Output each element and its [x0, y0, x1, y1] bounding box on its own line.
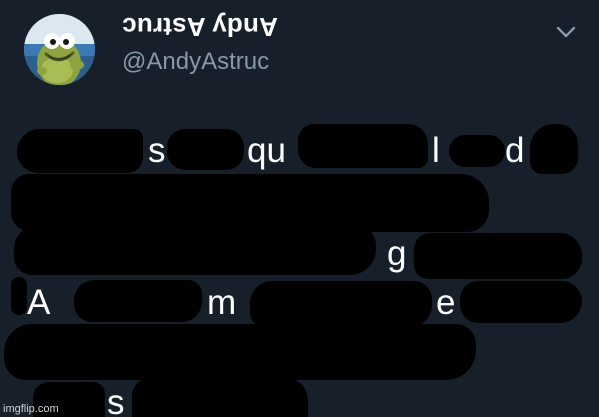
- redaction-mark: [250, 281, 432, 327]
- redaction-mark: [14, 225, 376, 275]
- redaction-mark: [167, 129, 244, 170]
- body-fragment: qu: [247, 131, 286, 170]
- body-fragment: g: [387, 234, 407, 273]
- body-fragment: l: [432, 131, 440, 170]
- body-fragment: d: [505, 131, 525, 170]
- body-fragment: m: [207, 283, 237, 322]
- redaction-mark: [17, 129, 143, 173]
- redaction-mark: [132, 378, 308, 417]
- redaction-mark: [449, 135, 505, 167]
- redaction-mark: [11, 174, 489, 232]
- tweet-card: Andy Astruc @AndyAstruc s qu l d g A m e…: [0, 0, 599, 417]
- redaction-mark: [414, 233, 582, 279]
- body-fragment: s: [148, 131, 166, 170]
- body-fragment: e: [436, 283, 456, 322]
- redaction-mark: [530, 124, 578, 174]
- redaction-mark: [298, 124, 428, 168]
- body-fragment: A: [27, 283, 51, 322]
- redaction-mark: [11, 277, 27, 315]
- body-fragment: s: [107, 383, 125, 417]
- redaction-mark: [460, 281, 582, 323]
- redaction-mark: [74, 280, 202, 322]
- redaction-mark: [4, 324, 476, 380]
- watermark: imgflip.com: [3, 403, 59, 415]
- tweet-body: s qu l d g A m e s: [0, 0, 599, 417]
